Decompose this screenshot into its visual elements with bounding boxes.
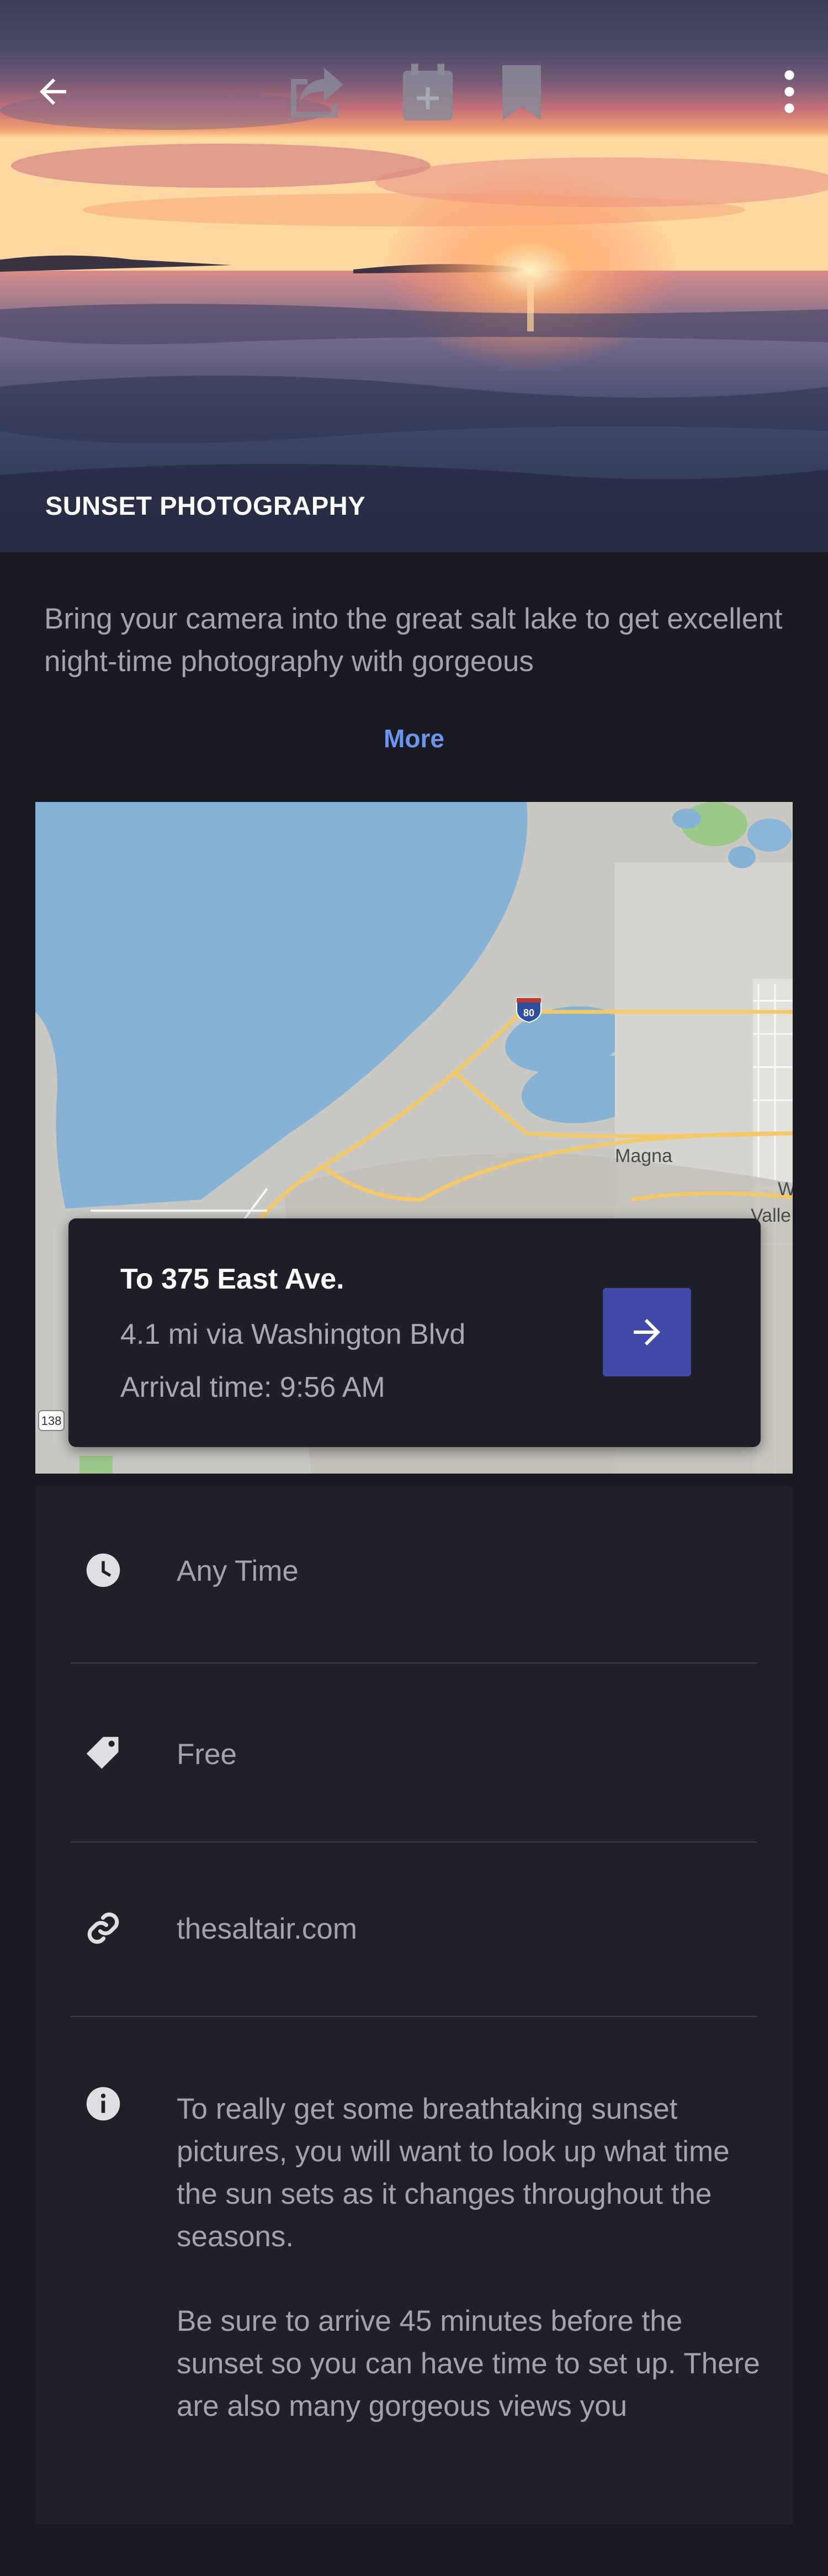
add-to-calendar-button[interactable] — [397, 60, 458, 126]
back-arrow-icon — [40, 78, 66, 105]
more-vert-icon — [784, 70, 794, 113]
road-shield-label: 138 — [41, 1414, 62, 1428]
route-distance: 4.1 mi via Washington Blvd — [120, 1318, 466, 1350]
link-icon — [85, 1910, 121, 1946]
share-icon — [291, 68, 343, 118]
overflow-menu-button[interactable] — [773, 65, 806, 118]
info-paragraph-1: To really get some breathtaking sunset p… — [177, 2093, 730, 2253]
divider — [71, 1662, 757, 1664]
calendar-add-icon — [403, 64, 453, 120]
divider — [71, 1841, 757, 1843]
town-label-magna: Magna — [615, 1146, 672, 1166]
town-label-w: W — [778, 1179, 793, 1200]
detail-time-text: Any Time — [177, 1555, 299, 1587]
highway-shield: 80 — [516, 997, 542, 1023]
back-button[interactable] — [26, 65, 79, 118]
divider — [71, 2016, 757, 2017]
detail-website-link[interactable]: thesaltair.com — [177, 1912, 357, 1946]
event-description: Bring your camera into the great salt la… — [44, 603, 783, 678]
share-button[interactable] — [283, 60, 354, 126]
info-icon — [85, 2086, 121, 2122]
more-link[interactable]: More — [0, 724, 828, 753]
clock-icon — [85, 1552, 121, 1588]
details-panel: Any Time Free thesaltair.com To really g… — [35, 1486, 793, 2524]
arrow-right-icon — [634, 1319, 660, 1345]
detail-price-text: Free — [177, 1738, 237, 1771]
info-paragraph-2: Be sure to arrive 45 minutes before the … — [177, 2305, 760, 2422]
route-card[interactable]: To 375 East Ave. 4.1 mi via Washington B… — [68, 1218, 761, 1447]
page-title: SUNSET PHOTOGRAPHY — [45, 491, 366, 520]
bookmark-button[interactable] — [494, 60, 549, 126]
route-arrival-time: Arrival time: 9:56 AM — [120, 1371, 385, 1403]
route-destination: To 375 East Ave. — [120, 1263, 344, 1295]
start-navigation-button[interactable] — [603, 1288, 691, 1376]
tag-icon — [85, 1735, 121, 1772]
hero-banner: SUNSET PHOTOGRAPHY — [0, 0, 828, 552]
top-toolbar — [0, 0, 828, 188]
highway-number: 80 — [523, 1007, 534, 1018]
bookmark-icon — [502, 65, 541, 120]
